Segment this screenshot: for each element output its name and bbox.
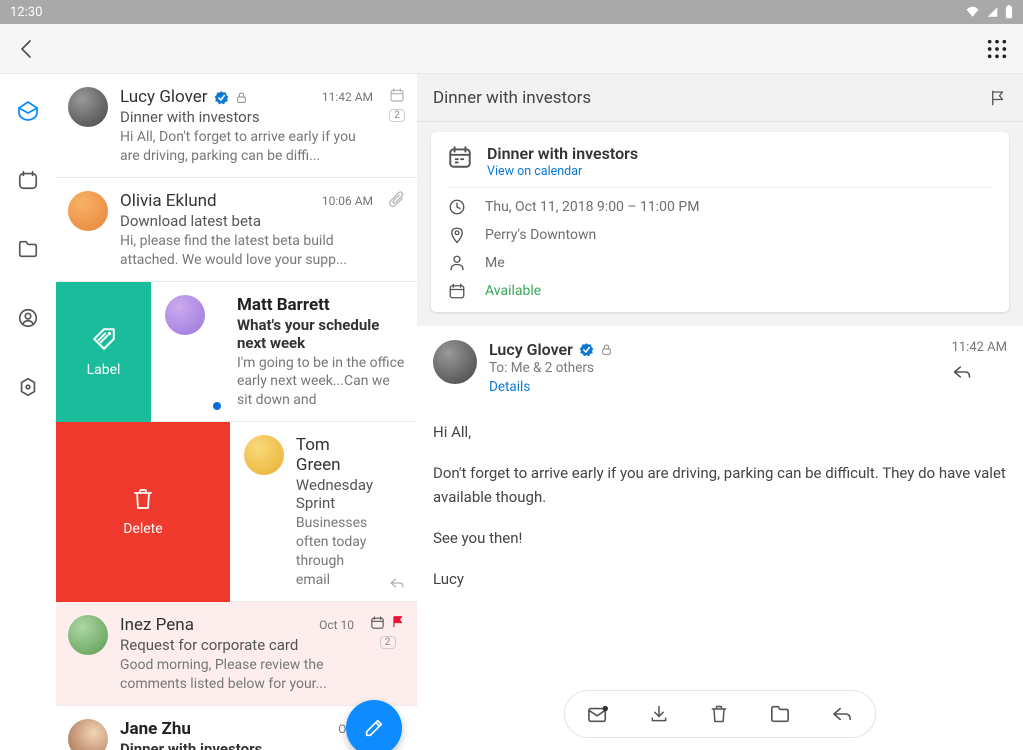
back-button[interactable] bbox=[15, 37, 39, 61]
event-datetime: Thu, Oct 11, 2018 9:00 – 11:00 PM bbox=[485, 199, 699, 215]
subject: Download latest beta bbox=[120, 212, 373, 230]
person-icon bbox=[447, 254, 467, 272]
status-time: 12:30 bbox=[10, 5, 42, 20]
compose-fab[interactable] bbox=[346, 700, 402, 750]
email-item[interactable]: Lucy Glover 11:42 AM Dinner with investo… bbox=[56, 74, 417, 178]
email-item[interactable]: Olivia Eklund 10:06 AM Download latest b… bbox=[56, 178, 417, 282]
unread-dot bbox=[213, 402, 221, 410]
battery-icon bbox=[1005, 5, 1013, 19]
message-actions bbox=[564, 690, 876, 738]
avatar bbox=[165, 295, 205, 335]
message-to: To: Me & 2 others bbox=[489, 360, 940, 376]
verified-icon bbox=[214, 90, 229, 105]
nav-calendar[interactable] bbox=[16, 168, 40, 192]
avatar bbox=[68, 191, 108, 231]
swipe-delete-text: Delete bbox=[123, 521, 162, 537]
nav-settings[interactable] bbox=[16, 375, 40, 399]
event-status: Available bbox=[485, 283, 541, 299]
attachment-icon bbox=[389, 191, 405, 207]
thread-count-badge: 2 bbox=[389, 109, 405, 122]
clock-icon bbox=[447, 198, 467, 216]
avatar bbox=[244, 435, 284, 475]
thread-count-badge: 2 bbox=[380, 636, 396, 649]
view-calendar-link[interactable]: View on calendar bbox=[487, 164, 638, 179]
signal-icon bbox=[986, 6, 999, 18]
message-sender: Lucy Glover bbox=[489, 340, 940, 359]
subject: Wednesday Sprint bbox=[296, 476, 373, 512]
nav-inbox[interactable] bbox=[16, 99, 40, 123]
swipe-delete-action[interactable]: Delete bbox=[56, 422, 230, 602]
preview: Businesses often today through email bbox=[296, 514, 373, 590]
location-icon bbox=[447, 226, 467, 244]
subject: Dinner with investors bbox=[120, 108, 373, 126]
mark-unread-button[interactable] bbox=[587, 704, 609, 724]
avatar bbox=[68, 719, 108, 750]
preview: Hi, please find the latest beta build at… bbox=[120, 232, 373, 270]
reply-button[interactable] bbox=[831, 705, 853, 723]
calendar-icon bbox=[370, 615, 385, 630]
email-list[interactable]: Lucy Glover 11:42 AM Dinner with investo… bbox=[56, 74, 417, 750]
avatar bbox=[68, 615, 108, 655]
sender: Tom Green bbox=[296, 435, 373, 475]
time: Oct 10 bbox=[319, 618, 354, 632]
sender: Jane Zhu bbox=[120, 719, 191, 739]
event-card: Dinner with investors View on calendar T… bbox=[431, 132, 1009, 312]
message: Lucy Glover To: Me & 2 others Details 11… bbox=[417, 326, 1023, 750]
details-link[interactable]: Details bbox=[489, 379, 530, 395]
swipe-label-action[interactable]: Label bbox=[56, 282, 151, 423]
message-body: Hi All, Don't forget to arrive early if … bbox=[433, 421, 1007, 591]
preview: Hi All, Don't forget to arrive early if … bbox=[120, 128, 373, 166]
detail-pane: Dinner with investors Dinner with invest… bbox=[417, 74, 1023, 750]
lock-icon bbox=[235, 91, 248, 104]
lock-icon bbox=[600, 343, 613, 356]
sender: Inez Pena bbox=[120, 615, 194, 635]
event-location: Perry's Downtown bbox=[485, 227, 596, 243]
avatar bbox=[68, 87, 108, 127]
apps-button[interactable] bbox=[986, 38, 1008, 60]
reply-button[interactable] bbox=[952, 363, 1007, 381]
message-time: 11:42 AM bbox=[952, 340, 1007, 355]
email-item-swiped[interactable]: Label Matt Barrett What's your schedule … bbox=[56, 282, 417, 423]
nav-contacts[interactable] bbox=[16, 306, 40, 330]
email-item[interactable]: Inez Pena Oct 10 Request for corporate c… bbox=[56, 602, 417, 706]
reply-icon bbox=[389, 576, 405, 590]
sender: Lucy Glover bbox=[120, 87, 248, 107]
detail-header: Dinner with investors bbox=[417, 74, 1023, 122]
event-title: Dinner with investors bbox=[487, 144, 638, 163]
sender: Olivia Eklund bbox=[120, 191, 217, 211]
subject: Request for corporate card bbox=[120, 636, 354, 654]
verified-icon bbox=[579, 342, 594, 357]
wifi-icon bbox=[965, 6, 980, 18]
nav-rail bbox=[0, 74, 56, 750]
sender: Matt Barrett bbox=[237, 295, 330, 315]
event-attendee: Me bbox=[485, 255, 505, 271]
nav-folders[interactable] bbox=[16, 237, 40, 261]
flag-icon bbox=[391, 615, 405, 629]
subject: Dinner with investors bbox=[120, 740, 373, 750]
top-bar bbox=[0, 24, 1023, 74]
calendar-icon bbox=[389, 87, 405, 103]
time: 11:42 AM bbox=[322, 90, 373, 104]
delete-button[interactable] bbox=[709, 703, 729, 725]
preview: I'm going to be in the office early next… bbox=[237, 354, 405, 411]
detail-title: Dinner with investors bbox=[433, 88, 591, 108]
swipe-label-text: Label bbox=[87, 362, 121, 378]
calendar-icon bbox=[447, 144, 473, 170]
time: 10:06 AM bbox=[322, 194, 373, 208]
subject: What's your schedule next week bbox=[237, 316, 405, 352]
email-item-swiped[interactable]: Delete Tom Green Wednesday Sprint Busine… bbox=[56, 422, 417, 602]
trash-icon bbox=[131, 487, 155, 511]
move-button[interactable] bbox=[769, 704, 791, 724]
archive-button[interactable] bbox=[649, 704, 669, 724]
status-bar: 12:30 bbox=[0, 0, 1023, 24]
pencil-icon bbox=[363, 717, 385, 739]
preview: Good morning, Please review the comments… bbox=[120, 656, 354, 694]
avatar bbox=[433, 340, 477, 384]
label-icon bbox=[91, 326, 117, 352]
flag-button[interactable] bbox=[989, 89, 1007, 107]
calendar-icon bbox=[447, 282, 467, 300]
